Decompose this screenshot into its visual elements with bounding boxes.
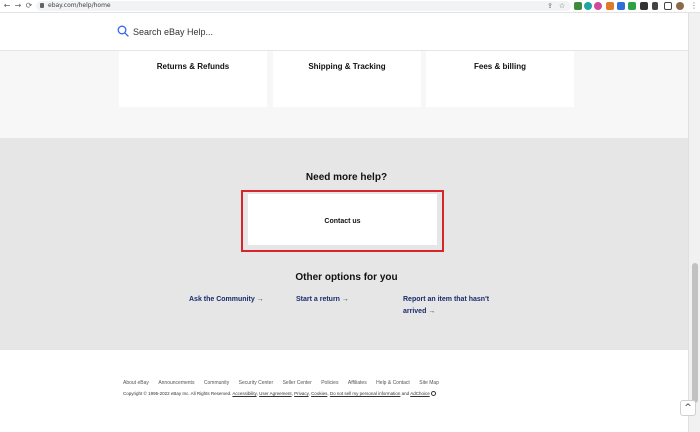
url-text[interactable]: ebay.com/help/home [48,1,111,11]
contact-us-label: Contact us [324,218,361,225]
footer-link-affiliates[interactable]: Affiliates [348,378,367,388]
profile-avatar[interactable] [676,2,684,10]
footer-link-security-center[interactable]: Security Center [239,378,273,388]
browser-toolbar: ← → ⟳ ebay.com/help/home ⇪ ☆ ⋮ [0,0,700,13]
card-fees-billing[interactable]: Fees & billing [426,51,574,107]
adchoice-icon [430,391,436,397]
scrollbar-thumb[interactable] [692,263,698,403]
puzzle-extensions-icon[interactable] [640,2,648,10]
extension-icon[interactable] [617,2,625,10]
legal-link-user-agreement[interactable]: User Agreement [259,391,292,396]
address-bar[interactable]: ebay.com/help/home ⇪ ☆ [36,1,571,11]
legal-link-cookies[interactable]: Cookies [311,391,327,396]
page-scrollbar[interactable] [688,13,700,432]
legal-link-privacy[interactable]: Privacy [294,391,308,396]
extension-icon[interactable] [574,2,582,10]
page: ← → ⟳ ebay.com/help/home ⇪ ☆ ⋮ Search eB… [0,0,700,432]
search-icon[interactable] [117,25,129,37]
footer-links: About eBay Announcements Community Secur… [123,371,444,386]
share-icon[interactable]: ⇪ [546,2,554,10]
back-to-top-button[interactable]: ^ [680,400,696,416]
report-item-not-arrived-link[interactable]: Report an item that hasn't arrived → [403,294,489,318]
legal-link-adchoice[interactable]: AdChoice [410,391,430,396]
lock-icon [40,3,44,8]
footer-link-about[interactable]: About eBay [123,378,149,388]
link-line: Report an item that hasn't [403,296,490,303]
link-line: arrived → [403,308,436,315]
media-icon[interactable] [652,2,658,10]
need-help-heading: Need more help? [305,172,388,183]
browser-menu-icon[interactable]: ⋮ [689,1,699,11]
extension-icon[interactable] [606,2,614,10]
card-shipping-tracking[interactable]: Shipping & Tracking [273,51,421,107]
footer-link-help-contact[interactable]: Help & Contact [376,378,410,388]
forward-arrow-icon[interactable]: → [13,1,23,11]
card-label: Shipping & Tracking [308,62,386,71]
bookmark-star-icon[interactable]: ☆ [558,2,566,10]
start-return-link[interactable]: Start a return → [296,294,349,306]
extension-icon[interactable] [584,2,592,10]
and-text: and [401,391,410,396]
need-more-help-section: Need more help? Contact us Other options… [0,138,688,350]
contact-us-button[interactable]: Contact us [248,194,437,245]
other-options-heading: Other options for you [295,272,398,283]
topic-cards-section: Returns & Refunds Shipping & Tracking Fe… [0,51,688,138]
card-returns-refunds[interactable]: Returns & Refunds [119,51,267,107]
side-panel-icon[interactable] [664,2,672,10]
footer-link-policies[interactable]: Policies [321,378,338,388]
back-arrow-icon[interactable]: ← [2,1,12,11]
legal-link-accessibility[interactable]: Accessibility [232,391,256,396]
reload-icon[interactable]: ⟳ [24,1,34,11]
card-label: Returns & Refunds [156,62,230,71]
card-label: Fees & billing [473,62,526,71]
footer-link-site-map[interactable]: Site Map [419,378,439,388]
search-input[interactable]: Search eBay Help... [133,26,213,38]
extension-icon[interactable] [628,2,636,10]
footer-link-community[interactable]: Community [204,378,229,388]
ask-community-link[interactable]: Ask the Community → [189,294,264,306]
footer-link-seller-center[interactable]: Seller Center [283,378,312,388]
copyright-text: Copyright © 1995-2022 eBay Inc. All Righ… [123,391,232,396]
help-search-bar: Search eBay Help... [0,13,688,51]
footer: About eBay Announcements Community Secur… [0,350,688,432]
copyright-line: Copyright © 1995-2022 eBay Inc. All Righ… [123,390,436,398]
contact-us-highlight: Contact us [241,190,444,252]
footer-link-announcements[interactable]: Announcements [158,378,194,388]
extension-icon[interactable] [594,2,602,10]
legal-link-do-not-sell[interactable]: Do not sell my personal information [330,391,401,396]
